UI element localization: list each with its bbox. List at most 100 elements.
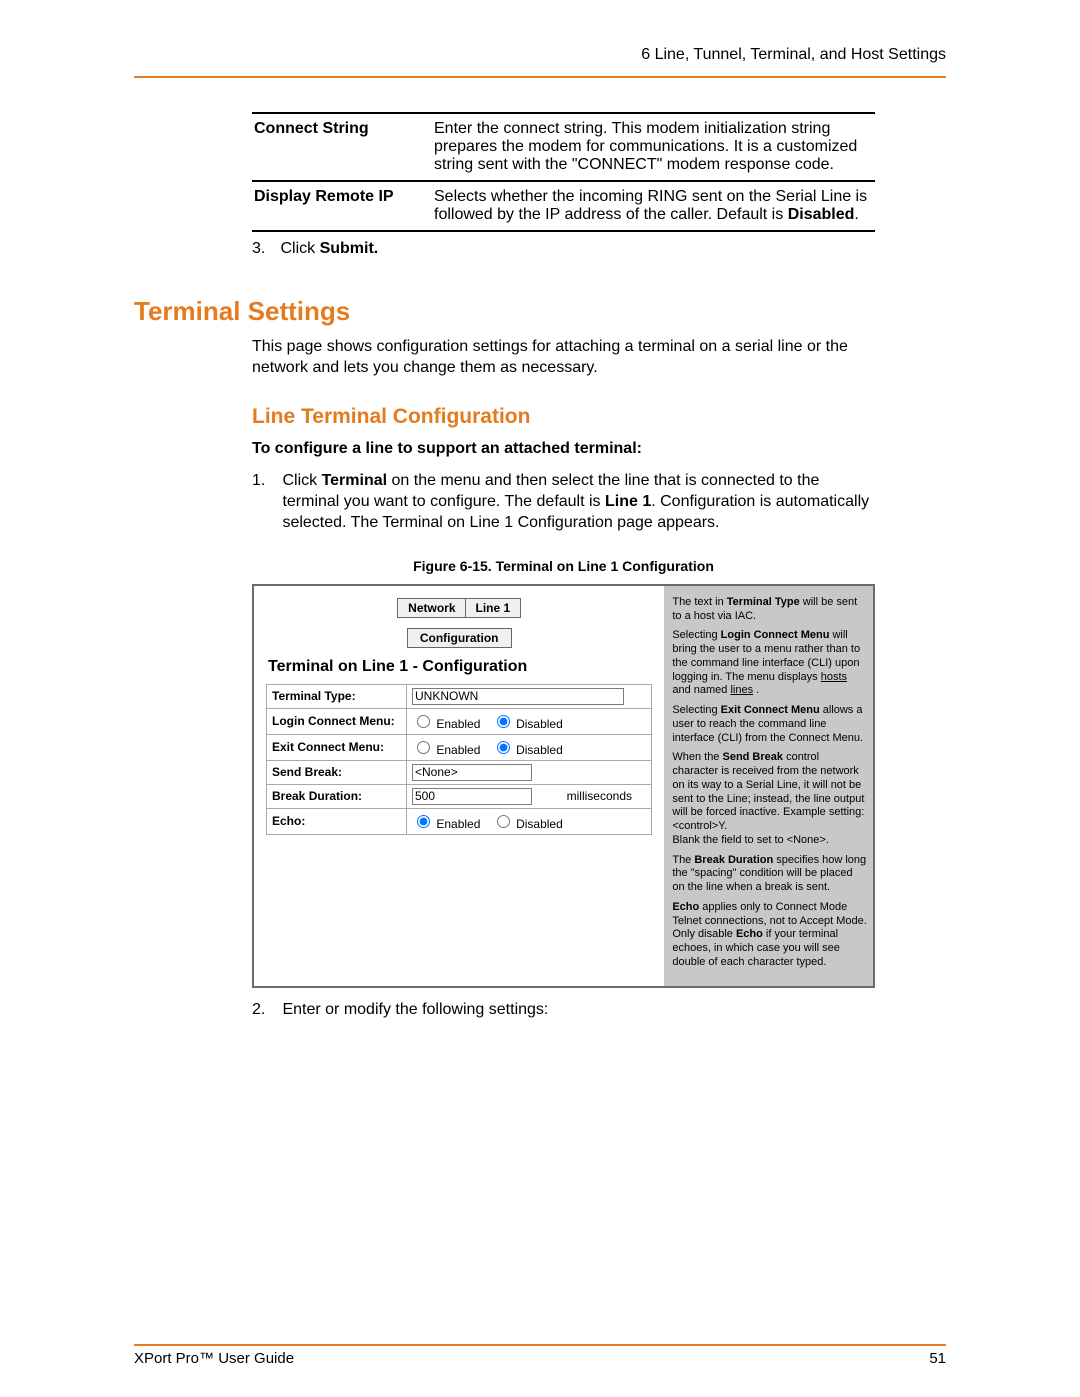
help-exit-connect: Selecting Exit Connect Menu allows a use… (672, 704, 867, 745)
step-text-pre: Click (280, 240, 319, 257)
radio-label: Disabled (516, 817, 563, 831)
step-1: 1. Click Terminal on the menu and then s… (252, 471, 882, 533)
t: Selecting (672, 704, 720, 716)
config-panel: NetworkLine 1 Configuration Terminal on … (254, 586, 664, 986)
config-form: Terminal Type: Login Connect Menu: Enabl… (266, 684, 652, 835)
terminal-type-input[interactable] (412, 688, 624, 705)
t: . (753, 684, 759, 696)
link-hosts[interactable]: hosts (821, 671, 847, 683)
login-disabled-option[interactable]: Disabled (492, 717, 563, 731)
cell: Enabled Disabled (407, 708, 652, 734)
radio-label: Enabled (436, 717, 480, 731)
step-text: Enter or modify the following settings: (282, 1000, 872, 1021)
radio-label: Enabled (436, 743, 480, 757)
t: Click (282, 472, 321, 489)
param-desc: Selects whether the incoming RING sent o… (432, 181, 875, 231)
row-exit-connect: Exit Connect Menu: Enabled Disabled (267, 734, 652, 760)
radio-disabled[interactable] (497, 741, 510, 754)
step-number: 2. (252, 1000, 278, 1021)
step-number: 1. (252, 471, 278, 492)
t: When the (672, 751, 722, 763)
running-header: 6 Line, Tunnel, Terminal, and Host Setti… (134, 46, 946, 78)
param-desc: Enter the connect string. This modem ini… (432, 113, 875, 181)
step-text: Click Terminal on the menu and then sele… (282, 471, 872, 533)
panel-title: Terminal on Line 1 - Configuration (268, 658, 652, 676)
t: Selecting (672, 629, 720, 641)
config-screenshot: NetworkLine 1 Configuration Terminal on … (252, 584, 875, 988)
step-2: 2. Enter or modify the following setting… (252, 1000, 882, 1021)
row-echo: Echo: Enabled Disabled (267, 808, 652, 834)
footer-title: XPort Pro™ User Guide (134, 1350, 294, 1367)
unit-label: milliseconds (562, 784, 652, 808)
sub-tabs: Configuration (266, 628, 652, 648)
link-lines[interactable]: lines (730, 684, 753, 696)
t-bold: Echo (736, 928, 763, 940)
t-bold: Login Connect Menu (721, 629, 830, 641)
radio-disabled[interactable] (497, 715, 510, 728)
label-login-connect: Login Connect Menu: (267, 708, 407, 734)
section-heading-terminal-settings: Terminal Settings (134, 296, 946, 327)
t-bold: Echo (672, 901, 699, 913)
t: and named (672, 684, 730, 696)
t-bold: Exit Connect Menu (721, 704, 820, 716)
exit-disabled-option[interactable]: Disabled (492, 743, 563, 757)
cell (407, 760, 652, 784)
table-row: Connect String Enter the connect string.… (252, 113, 875, 181)
radio-label: Enabled (436, 817, 480, 831)
label-echo: Echo: (267, 808, 407, 834)
cell (407, 784, 562, 808)
t-bold: Terminal (322, 472, 388, 489)
help-echo: Echo applies only to Connect Mode Telnet… (672, 901, 867, 970)
help-login-connect: Selecting Login Connect Menu will bring … (672, 629, 867, 698)
tab-line1[interactable]: Line 1 (465, 598, 522, 618)
t-bold: Send Break (722, 751, 783, 763)
page-number: 51 (929, 1350, 946, 1367)
top-tabs: NetworkLine 1 (266, 598, 652, 618)
radio-disabled[interactable] (497, 815, 510, 828)
radio-enabled[interactable] (417, 741, 430, 754)
help-terminal-type: The text in Terminal Type will be sent t… (672, 596, 867, 624)
radio-enabled[interactable] (417, 715, 430, 728)
lead-bold: To configure a line to support an attach… (252, 439, 882, 460)
help-send-break: When the Send Break control character is… (672, 751, 867, 847)
exit-enabled-option[interactable]: Enabled (412, 743, 480, 757)
label-send-break: Send Break: (267, 760, 407, 784)
page: 6 Line, Tunnel, Terminal, and Host Setti… (0, 0, 1080, 1397)
row-send-break: Send Break: (267, 760, 652, 784)
t-bold: Terminal Type (727, 596, 800, 608)
echo-disabled-option[interactable]: Disabled (492, 817, 563, 831)
param-label: Connect String (252, 113, 432, 181)
echo-enabled-option[interactable]: Enabled (412, 817, 480, 831)
step-text-bold: Submit. (320, 240, 379, 257)
t: The text in (672, 596, 726, 608)
login-enabled-option[interactable]: Enabled (412, 717, 480, 731)
break-duration-input[interactable] (412, 788, 532, 805)
label-break-duration: Break Duration: (267, 784, 407, 808)
t-bold: Break Duration (694, 854, 773, 866)
t-bold: Line 1 (605, 493, 651, 510)
param-label: Display Remote IP (252, 181, 432, 231)
label-exit-connect: Exit Connect Menu: (267, 734, 407, 760)
tab-network[interactable]: Network (397, 598, 466, 618)
step-number: 3. (252, 240, 276, 258)
param-desc-bold: Disabled (788, 206, 855, 223)
cell: Enabled Disabled (407, 734, 652, 760)
t: Blank the field to set to <None>. (672, 834, 829, 846)
step-3: 3. Click Submit. (252, 240, 946, 258)
send-break-input[interactable] (412, 764, 532, 781)
subsection-heading-line-terminal: Line Terminal Configuration (252, 405, 946, 429)
radio-enabled[interactable] (417, 815, 430, 828)
tab-configuration[interactable]: Configuration (407, 628, 512, 648)
param-desc-tail: . (854, 206, 858, 223)
help-sidebar: The text in Terminal Type will be sent t… (664, 586, 873, 986)
radio-label: Disabled (516, 743, 563, 757)
row-break-duration: Break Duration: milliseconds (267, 784, 652, 808)
row-terminal-type: Terminal Type: (267, 684, 652, 708)
table-row: Display Remote IP Selects whether the in… (252, 181, 875, 231)
t: control character is received from the n… (672, 751, 864, 832)
params-table: Connect String Enter the connect string.… (252, 112, 875, 232)
t: The (672, 854, 694, 866)
row-login-connect: Login Connect Menu: Enabled Disabled (267, 708, 652, 734)
page-footer: XPort Pro™ User Guide 51 (134, 1344, 946, 1367)
radio-label: Disabled (516, 717, 563, 731)
